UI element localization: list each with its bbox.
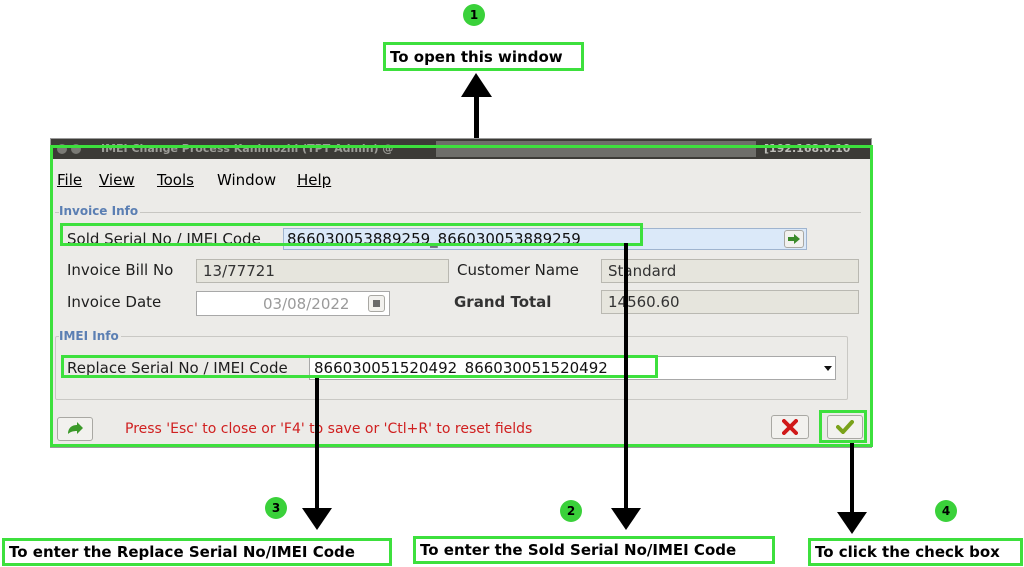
green-arrow-icon [68,422,83,434]
menu-view[interactable]: View [99,171,135,189]
menu-file[interactable]: File [57,171,82,189]
arrow-2-shaft [624,243,628,510]
replace-serial-label: Replace Serial No / IMEI Code [67,359,288,377]
step-1-badge: 1 [463,4,485,26]
go-arrow-icon [788,234,800,244]
sold-serial-value: 866030053889259_866030053889259 [287,230,581,248]
menu-tools-label: Tools [157,171,194,189]
invoice-info-group-label: Invoice Info [59,204,141,218]
arrow-1-head [461,73,492,97]
cancel-button[interactable] [771,415,809,439]
sold-serial-label: Sold Serial No / IMEI Code [67,230,261,248]
status-message: Press 'Esc' to close or 'F4' to save or … [125,421,533,437]
menu-help[interactable]: Help [297,171,331,189]
calendar-icon [373,300,380,307]
invoice-info-divider [55,212,861,213]
menu-file-label: File [57,171,83,189]
invoice-bill-no-label: Invoice Bill No [67,261,174,279]
menu-view-label: View [99,171,135,189]
imei-change-window: IMEI Change Process Kanimozhi (TPT Admin… [50,138,872,448]
reset-button[interactable] [57,417,93,441]
window-title: IMEI Change Process Kanimozhi (TPT Admin… [101,142,394,155]
menu-help-label: Help [297,171,332,189]
imei-info-group-label: IMEI Info [59,329,121,343]
close-window-icon[interactable] [57,144,67,154]
title-bar: IMEI Change Process Kanimozhi (TPT Admin… [51,139,871,159]
minimize-window-icon[interactable] [71,144,81,154]
sold-serial-lookup-button[interactable] [784,230,804,248]
replace-serial-input[interactable]: 866030051520492_866030051520492 [309,356,836,380]
arrow-4-shaft [850,443,854,515]
arrow-2-head [611,508,641,530]
arrow-4-head [837,512,867,534]
dropdown-arrow-icon[interactable] [824,366,832,371]
menu-bar: File View Tools Window Help [51,167,871,191]
customer-name-field: Standard [601,259,859,283]
customer-name-label: Customer Name [457,261,579,279]
arrow-3-head [302,508,332,530]
replace-serial-value: 866030051520492_866030051520492 [314,359,608,377]
callout-check-box: To click the check box [808,538,1023,566]
callout-replace-serial: To enter the Replace Serial No/IMEI Code [2,538,392,566]
step-4-badge: 4 [935,500,957,522]
step-3-badge: 3 [265,497,287,519]
callout-open-window: To open this window [383,42,584,71]
invoice-date-label: Invoice Date [67,293,162,311]
server-address: [192.168.0.10 [764,142,851,155]
red-x-icon [782,419,798,435]
invoice-date-value: 03/08/2022 [263,295,350,313]
menu-window-label: Window [217,171,277,189]
invoice-bill-no-field: 13/77721 [196,259,449,283]
grand-total-label: Grand Total [454,293,552,311]
arrow-3-shaft [315,378,319,510]
callout-sold-serial: To enter the Sold Serial No/IMEI Code [413,536,775,564]
save-check-button[interactable] [827,415,863,439]
menu-tools[interactable]: Tools [157,171,194,189]
date-picker-button[interactable] [368,295,385,312]
menu-window[interactable]: Window [217,171,276,189]
grand-total-field: 14560.60 [601,290,859,314]
step-2-badge: 2 [560,500,582,522]
redacted-region [436,141,756,157]
check-icon [836,420,854,434]
invoice-date-field: 03/08/2022 [196,291,390,316]
